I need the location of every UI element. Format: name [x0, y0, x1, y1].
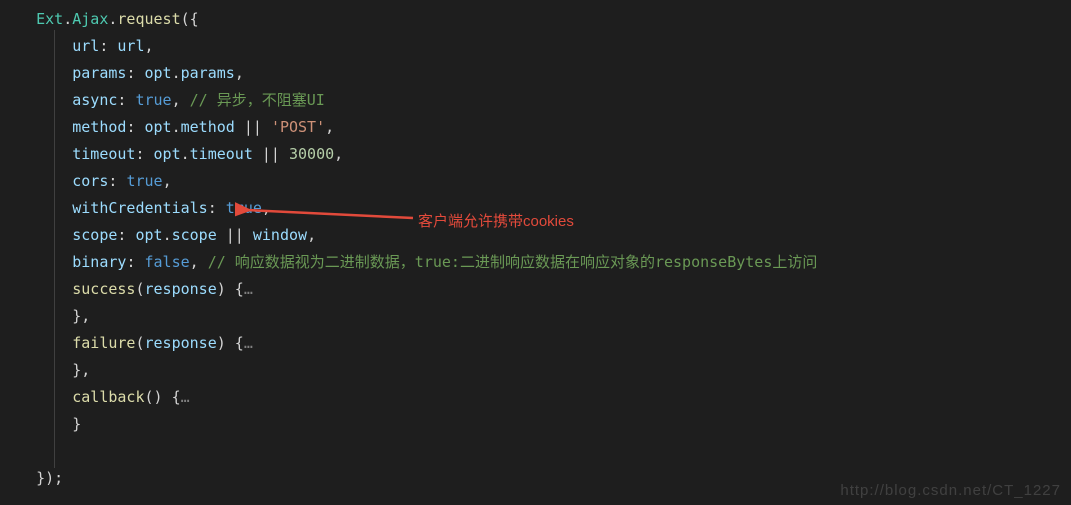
- token-keyword: true: [126, 172, 162, 190]
- code-line: }: [0, 415, 81, 433]
- token-keyword: true: [135, 91, 171, 109]
- fold-dots-icon[interactable]: …: [181, 388, 190, 406]
- code-line: [0, 442, 9, 460]
- token-var: timeout: [190, 145, 253, 163]
- token-var: scope: [172, 226, 217, 244]
- fold-dots-icon[interactable]: …: [244, 280, 253, 298]
- token-prop: async: [72, 91, 117, 109]
- token-func: callback: [72, 388, 144, 406]
- code-line: },: [0, 361, 90, 379]
- code-line: timeout: opt.timeout || 30000,: [0, 145, 343, 163]
- code-line: });: [0, 469, 63, 487]
- token-func: success: [72, 280, 135, 298]
- token-keyword: false: [145, 253, 190, 271]
- code-line: url: url,: [0, 37, 154, 55]
- token-brace: },: [72, 307, 90, 325]
- token-var: opt: [145, 118, 172, 136]
- token-prop: method: [72, 118, 126, 136]
- code-block: Ext.Ajax.request({ url: url, params: opt…: [0, 0, 1071, 492]
- token-prop: params: [72, 64, 126, 82]
- token-keyword: true: [226, 199, 262, 217]
- token-func: failure: [72, 334, 135, 352]
- token-prop: timeout: [72, 145, 135, 163]
- code-line: },: [0, 307, 90, 325]
- code-line: failure(response) {…: [0, 334, 253, 352]
- code-line: async: true, // 异步，不阻塞UI: [0, 91, 325, 109]
- token-var: opt: [154, 145, 181, 163]
- indent-guide: [54, 30, 55, 468]
- token-var: url: [117, 37, 144, 55]
- token-prop: scope: [72, 226, 117, 244]
- token-var: opt: [135, 226, 162, 244]
- code-line: Ext.Ajax.request({: [0, 10, 199, 28]
- token-var: window: [253, 226, 307, 244]
- token-number: 30000: [289, 145, 334, 163]
- code-line: params: opt.params,: [0, 64, 244, 82]
- token-var: opt: [145, 64, 172, 82]
- token-prop: url: [72, 37, 99, 55]
- token-brace: }: [72, 415, 81, 433]
- token-prop: cors: [72, 172, 108, 190]
- token-prop: withCredentials: [72, 199, 207, 217]
- token-close: });: [36, 469, 63, 487]
- token-brace: },: [72, 361, 90, 379]
- code-line: binary: false, // 响应数据视为二进制数据，true:二进制响应…: [0, 253, 817, 271]
- token-var: response: [145, 334, 217, 352]
- token-type: Ajax: [72, 10, 108, 28]
- token-func: request: [117, 10, 180, 28]
- token-var: params: [181, 64, 235, 82]
- code-line: callback() {…: [0, 388, 190, 406]
- code-line: method: opt.method || 'POST',: [0, 118, 334, 136]
- code-line: success(response) {…: [0, 280, 253, 298]
- token-prop: binary: [72, 253, 126, 271]
- token-var: response: [145, 280, 217, 298]
- token-comment: // 响应数据视为二进制数据，true:二进制响应数据在响应对象的respons…: [208, 253, 818, 271]
- token-type: Ext: [36, 10, 63, 28]
- code-line: cors: true,: [0, 172, 172, 190]
- code-line: scope: opt.scope || window,: [0, 226, 316, 244]
- fold-dots-icon[interactable]: …: [244, 334, 253, 352]
- token-comment: // 异步，不阻塞UI: [190, 91, 325, 109]
- token-string: 'POST': [271, 118, 325, 136]
- code-line: withCredentials: true,: [0, 199, 271, 217]
- token-var: method: [181, 118, 235, 136]
